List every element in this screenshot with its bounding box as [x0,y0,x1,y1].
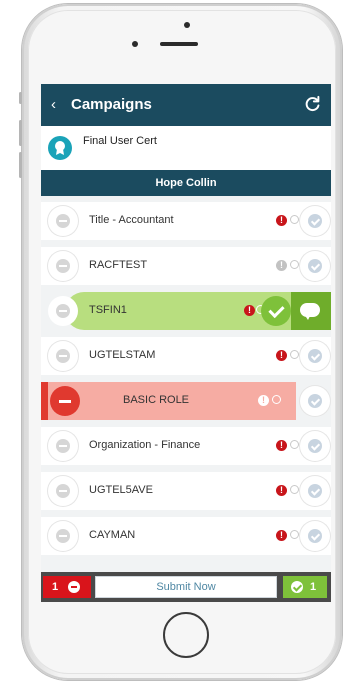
approve-icon[interactable] [300,521,330,551]
item-label: Title - Accountant [89,214,174,226]
comment-indicator-icon [290,530,299,539]
alert-icon: ! [258,395,269,406]
volume-up-button [19,120,22,146]
minus-circle-icon [68,581,80,593]
chevron-left-icon[interactable]: ‹ [51,96,56,113]
sensor-dot [132,41,138,47]
list-item[interactable]: CAYMAN ! [41,517,331,555]
revoke-icon[interactable] [48,296,78,326]
top-bar: ‹ Campaigns [41,84,331,126]
list-item[interactable]: Organization - Finance ! [41,427,331,465]
revoke-icon[interactable] [48,431,78,461]
action-bar: 1 Submit Now 1 [41,572,331,602]
revoke-icon[interactable] [48,476,78,506]
approve-check-icon[interactable] [261,296,291,326]
comment-indicator-icon [272,395,281,404]
revoke-icon[interactable] [48,251,78,281]
comment-indicator-icon [290,260,299,269]
approve-icon[interactable] [300,341,330,371]
alert-icon: ! [276,350,287,361]
list-item[interactable]: Title - Accountant ! [41,202,331,240]
comment-indicator-icon [290,350,299,359]
approve-icon[interactable] [300,476,330,506]
alert-icon: ! [244,305,255,316]
item-label: BASIC ROLE [123,394,190,406]
revoked-count-button[interactable]: 1 [43,576,91,598]
mute-switch [19,92,22,104]
item-label: UGTEL5AVE [89,484,153,496]
approve-icon[interactable] [300,386,330,416]
comment-action[interactable] [41,382,48,420]
volume-down-button [19,152,22,178]
comment-indicator-icon [290,440,299,449]
list-item[interactable]: UGTEL5AVE ! [41,472,331,510]
list-item-approved[interactable]: TSFIN1 ! [41,292,331,330]
alert-icon: ! [276,215,287,226]
item-label: Organization - Finance [89,439,201,451]
check-circle-icon [291,581,303,593]
list-item[interactable]: RACFTEST ! [41,247,331,285]
certificate-badge-icon [48,136,72,160]
alert-icon: ! [276,260,287,271]
comment-indicator-icon [290,215,299,224]
item-label: RACFTEST [89,259,148,271]
alert-icon: ! [276,530,287,541]
home-button[interactable] [163,612,209,658]
approve-icon[interactable] [300,206,330,236]
revoke-icon[interactable] [48,206,78,236]
app-screen: ‹ Campaigns Final User Cert Hope Collin … [41,84,331,602]
revoked-count: 1 [52,581,59,593]
comment-indicator-icon [290,485,299,494]
approve-icon[interactable] [300,431,330,461]
revoke-icon[interactable] [48,521,78,551]
approved-count-button[interactable]: 1 [283,576,327,598]
alert-icon: ! [276,485,287,496]
alert-icon: ! [276,440,287,451]
submit-button[interactable]: Submit Now [95,576,277,598]
list-item[interactable]: UGTELSTAM ! [41,337,331,375]
campaign-card[interactable]: Final User Cert [41,126,331,170]
page-title: Campaigns [71,96,152,113]
item-label: CAYMAN [89,529,136,541]
revoke-icon[interactable] [48,341,78,371]
user-header: Hope Collin [41,170,331,196]
item-label: UGTELSTAM [89,349,156,361]
item-label: TSFIN1 [89,304,127,316]
front-camera [184,22,190,28]
approve-icon[interactable] [300,251,330,281]
comment-bubble-icon[interactable] [300,303,320,320]
approved-count: 1 [310,581,317,593]
earpiece-speaker [160,42,198,46]
refresh-icon[interactable] [303,95,321,113]
list-item-revoked[interactable]: BASIC ROLE ! [41,382,331,420]
campaign-name: Final User Cert [83,135,157,147]
revoke-minus-icon[interactable] [50,386,80,416]
